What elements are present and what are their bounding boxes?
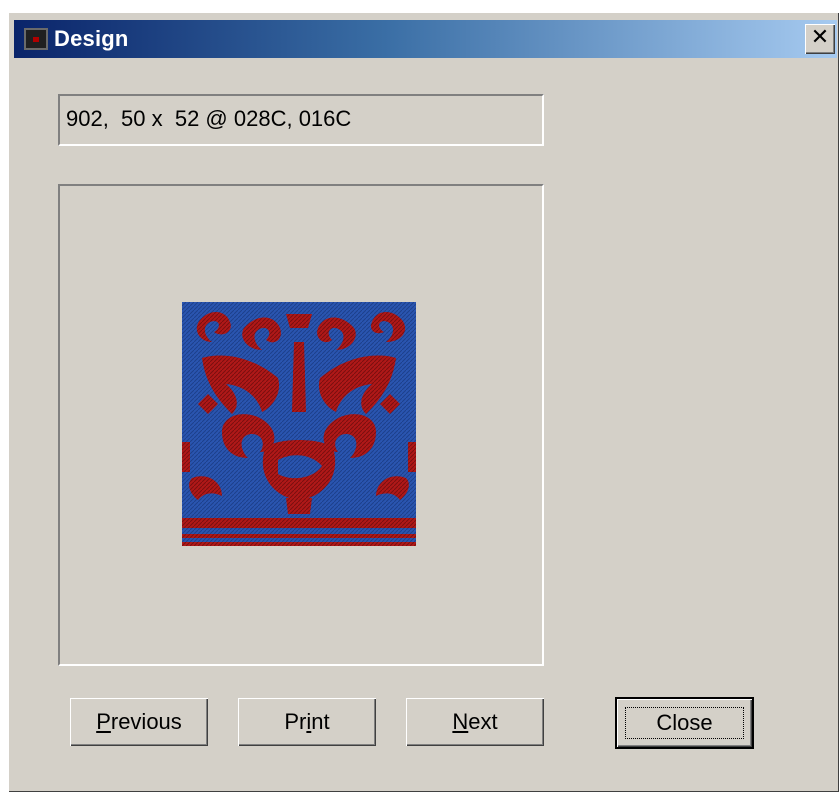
next-button[interactable]: Next bbox=[406, 698, 544, 746]
next-mnemonic: N bbox=[452, 709, 469, 734]
focus-rectangle bbox=[625, 707, 744, 739]
app-icon bbox=[24, 28, 48, 50]
print-label-end: nt bbox=[311, 709, 330, 734]
design-dialog: Design ✕ 902, 50 x 52 @ 028C, 016C P rev… bbox=[8, 12, 839, 792]
close-icon[interactable]: ✕ bbox=[805, 24, 835, 54]
design-preview-image bbox=[182, 302, 416, 546]
previous-button[interactable]: Previous bbox=[70, 698, 208, 746]
previous-label: revious bbox=[110, 709, 182, 734]
previous-mnemonic: P bbox=[96, 709, 111, 734]
title-bar[interactable]: Design ✕ bbox=[14, 20, 837, 58]
next-label: ext bbox=[468, 709, 498, 734]
print-button[interactable]: Pr i nt bbox=[238, 698, 376, 746]
close-button[interactable]: Close bbox=[615, 697, 754, 749]
design-info-field: 902, 50 x 52 @ 028C, 016C bbox=[58, 94, 544, 146]
print-label-start: Pr bbox=[284, 709, 307, 734]
window-title: Design bbox=[54, 26, 129, 51]
